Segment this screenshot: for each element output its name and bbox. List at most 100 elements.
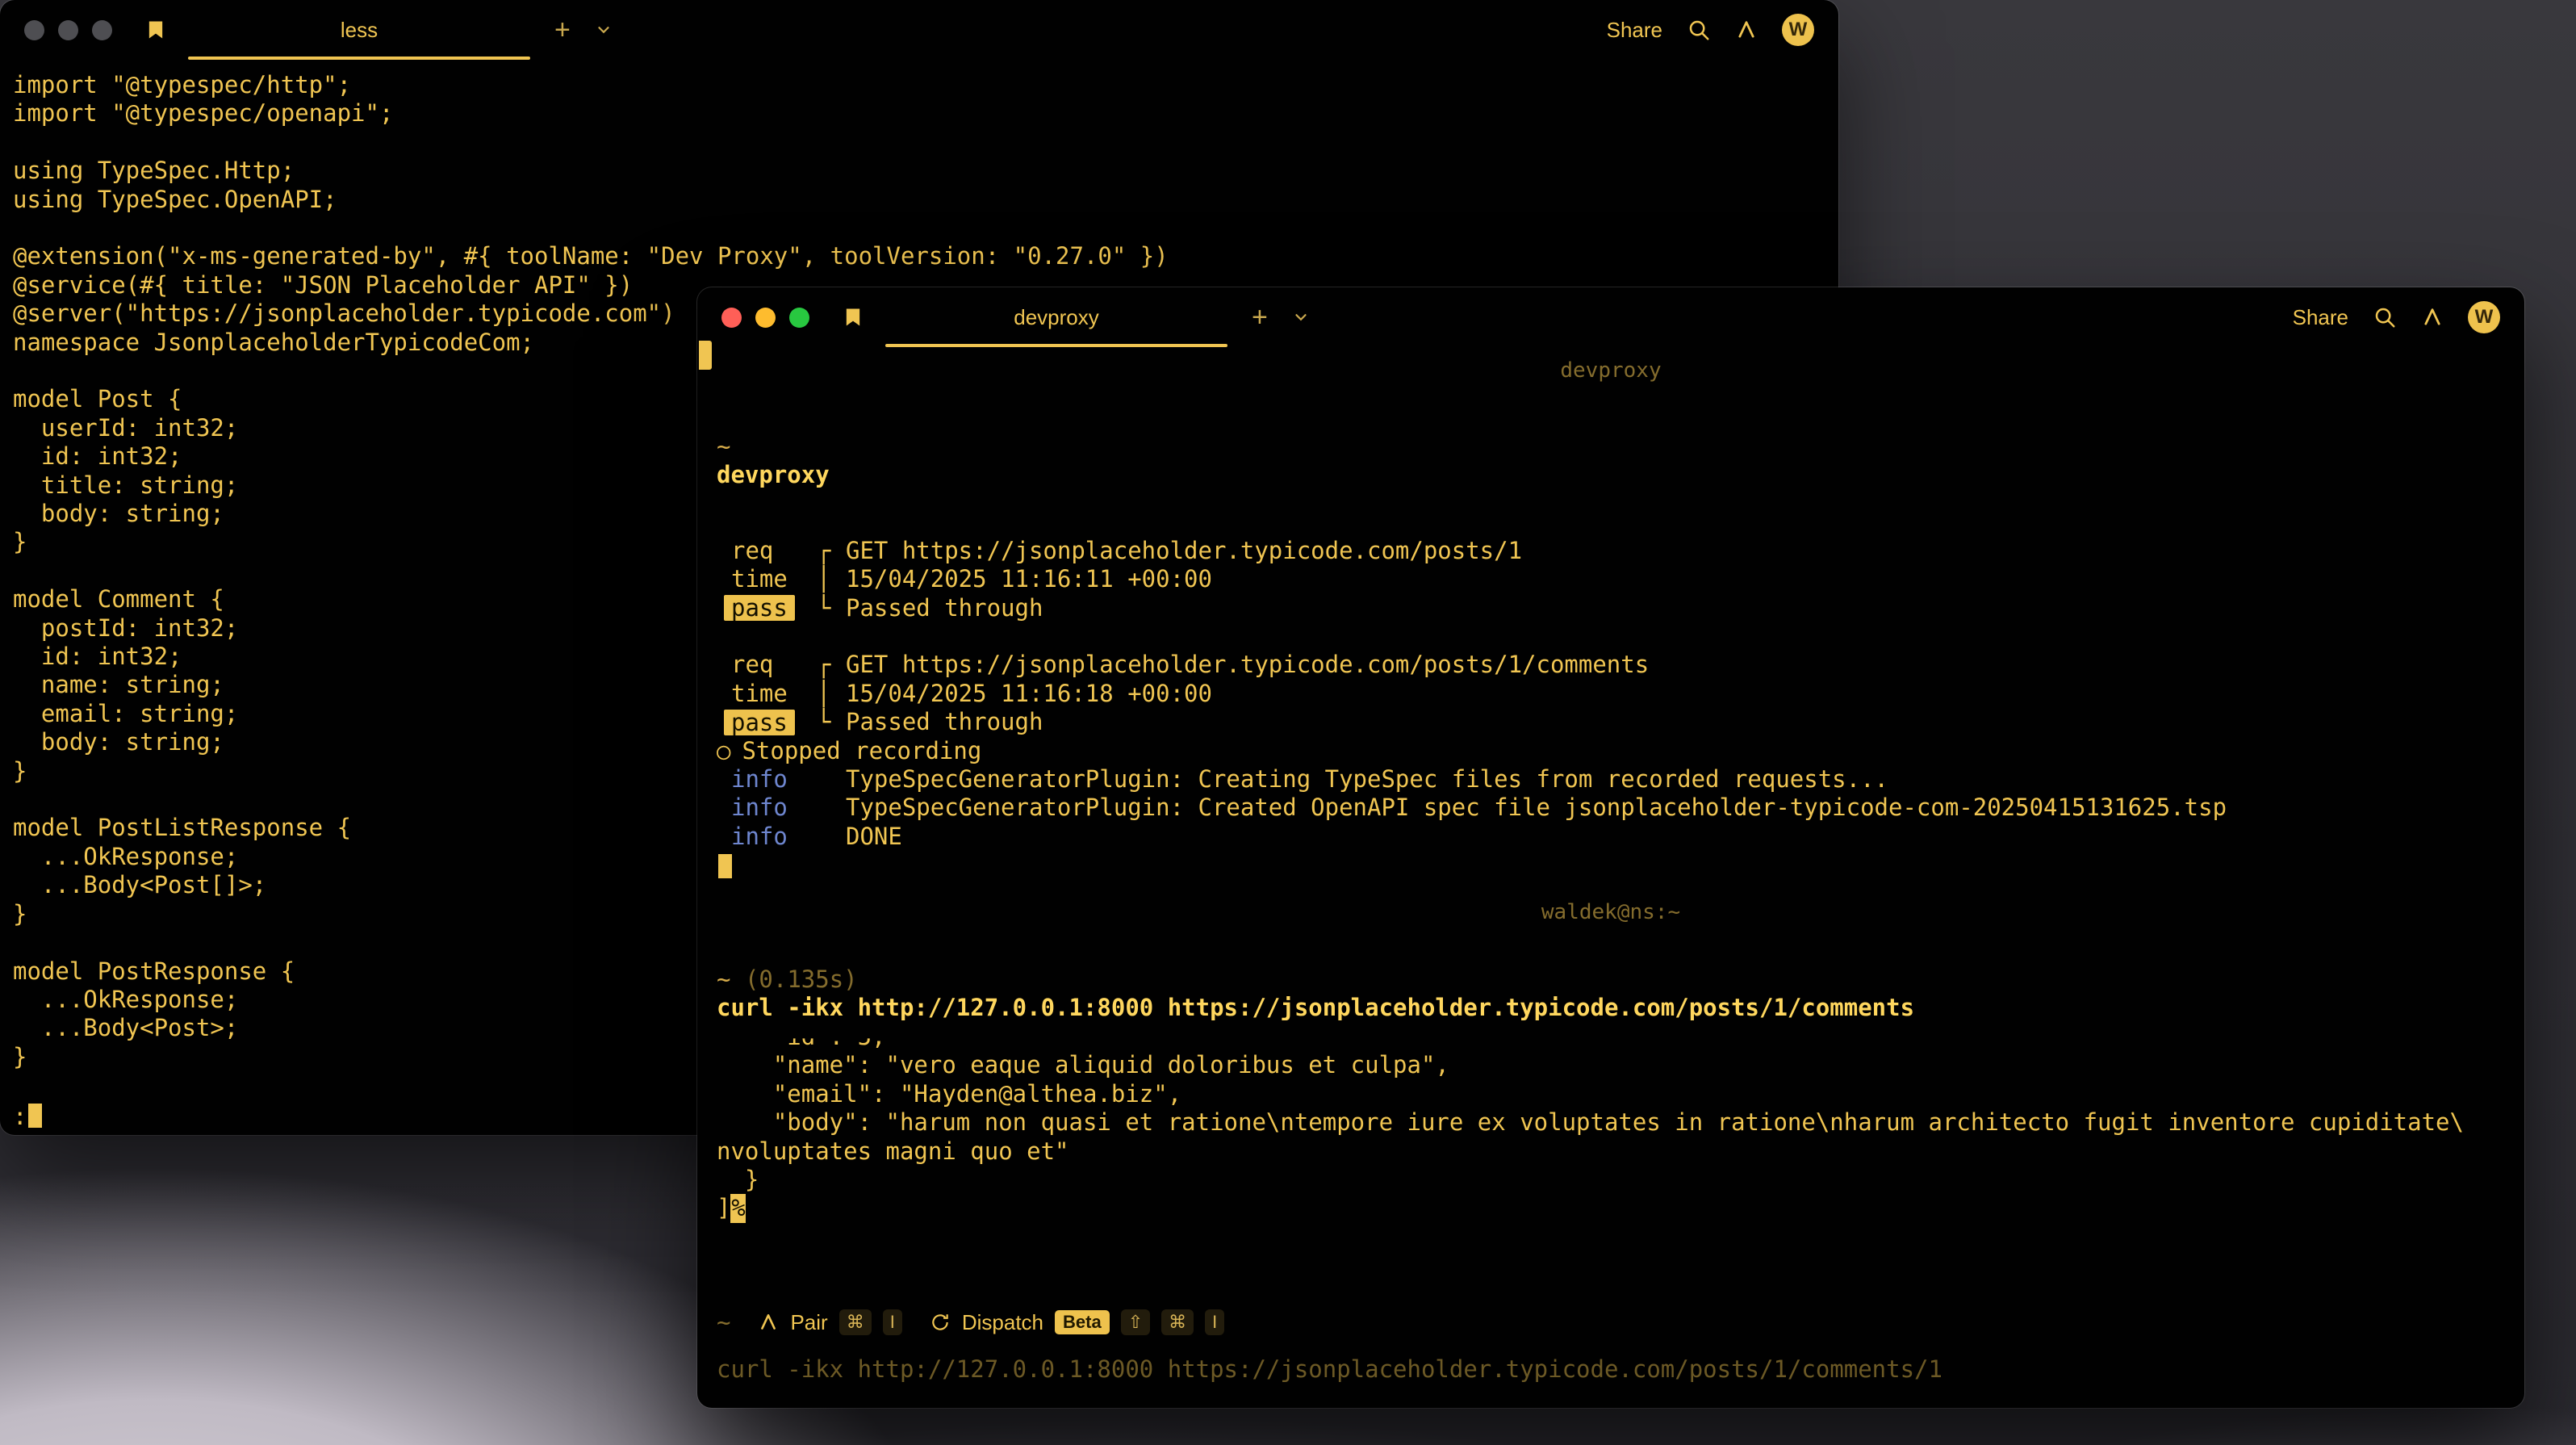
key-shift: ⇧: [1121, 1309, 1150, 1335]
info-label: info: [731, 823, 788, 851]
minimize-button[interactable]: [58, 20, 78, 40]
box-drawing: └: [817, 594, 846, 622]
command-devproxy: devproxy: [717, 461, 2505, 489]
warp-pair-icon: [758, 1312, 779, 1333]
prompt-cwd: ~: [717, 1309, 730, 1336]
tab-list-chevron-icon[interactable]: [1292, 308, 1310, 326]
search-icon[interactable]: [1687, 18, 1711, 42]
warp-ai-icon[interactable]: [2421, 306, 2444, 329]
code-line: import "@typespec/http";: [13, 71, 1830, 99]
request-url: GET https://jsonplaceholder.typicode.com…: [846, 651, 1649, 679]
request-time: 15/04/2025 11:16:11 +00:00: [846, 565, 1212, 593]
new-tab-button[interactable]: +: [1252, 304, 1268, 331]
beta-badge: Beta: [1055, 1310, 1110, 1334]
request-row: req ┌ GET https://jsonplaceholder.typico…: [717, 537, 2505, 565]
request-url: GET https://jsonplaceholder.typicode.com…: [846, 537, 1522, 565]
box-drawing: ┌: [817, 651, 846, 679]
dispatch-label: Dispatch: [962, 1310, 1043, 1335]
request-row: req ┌ GET https://jsonplaceholder.typico…: [717, 651, 2505, 679]
output-line: "body": "harum non quasi et ratione\ntem…: [717, 1108, 2505, 1137]
code-line: [13, 214, 1830, 242]
command-curl: curl -ikx http://127.0.0.1:8000 https://…: [717, 994, 2505, 1022]
pass-badge: pass: [724, 595, 795, 621]
box-drawing: │: [817, 680, 846, 708]
command-input[interactable]: curl -ikx http://127.0.0.1:8000 https://…: [717, 1355, 2505, 1384]
share-button[interactable]: Share: [1607, 18, 1662, 43]
text-cursor: [718, 854, 732, 878]
pager-prompt: :: [13, 1103, 27, 1130]
traffic-lights: [24, 20, 112, 40]
code-line: @extension("x-ms-generated-by", #{ toolN…: [13, 242, 1830, 270]
output-line-clipped: "id": 5,: [717, 1023, 2505, 1051]
output-line: "email": "Hayden@althea.biz",: [717, 1080, 2505, 1108]
output-end-line: ]%: [717, 1194, 2505, 1222]
record-stop-icon: ○: [717, 737, 730, 765]
info-label: info: [731, 794, 788, 822]
request-status: Passed through: [846, 594, 1043, 622]
avatar[interactable]: W: [1782, 14, 1814, 46]
code-line: [13, 128, 1830, 157]
stopped-recording-line: ○ Stopped recording: [717, 737, 2505, 765]
output-line: "name": "vero eaque aliquid doloribus et…: [717, 1051, 2505, 1079]
warp-logo-icon[interactable]: [842, 306, 864, 329]
tab-title: devproxy: [1014, 305, 1099, 330]
dispatch-button[interactable]: Dispatch Beta ⇧ ⌘ I: [930, 1309, 1224, 1335]
zoom-button[interactable]: [92, 20, 112, 40]
stopped-recording-text: Stopped recording: [742, 737, 981, 765]
prompt-hint-bar: ~ Pair ⌘ I Dispatch Beta ⇧ ⌘ I: [717, 1305, 2505, 1340]
close-button[interactable]: [721, 308, 742, 328]
req-label: req: [731, 651, 773, 679]
code-line: import "@typespec/openapi";: [13, 99, 1830, 128]
text-cursor: %: [730, 1194, 746, 1222]
share-button[interactable]: Share: [2293, 305, 2348, 330]
warp-logo-icon[interactable]: [144, 19, 167, 41]
tab-list-chevron-icon[interactable]: [595, 21, 613, 39]
info-message: TypeSpecGeneratorPlugin: Created OpenAPI…: [846, 794, 2227, 822]
minimize-button[interactable]: [755, 308, 776, 328]
text-cursor: [28, 1104, 42, 1128]
request-log-block: req ┌ GET https://jsonplaceholder.typico…: [717, 537, 2505, 622]
info-log-line: info TypeSpecGeneratorPlugin: Creating T…: [717, 765, 2505, 794]
output-line: nvoluptates magni quo et": [717, 1137, 2505, 1166]
box-drawing: │: [817, 565, 846, 593]
key-cmd: ⌘: [1161, 1309, 1194, 1335]
pair-label: Pair: [790, 1310, 827, 1335]
cursor-line: [717, 851, 2505, 882]
code-line: using TypeSpec.Http;: [13, 157, 1830, 185]
time-label: time: [731, 565, 788, 593]
time-row: time │ 15/04/2025 11:16:11 +00:00: [717, 565, 2505, 593]
output-line: }: [717, 1166, 2505, 1194]
info-message: TypeSpecGeneratorPlugin: Creating TypeSp…: [846, 765, 1888, 794]
tab-devproxy[interactable]: devproxy: [885, 287, 1227, 347]
tab-title: less: [341, 18, 378, 43]
info-log-line: info TypeSpecGeneratorPlugin: Created Op…: [717, 794, 2505, 822]
titlebar-front[interactable]: devproxy + Share W: [697, 287, 2524, 347]
titlebar-back[interactable]: less + Share W: [0, 0, 1838, 60]
terminal-window-front: devproxy + Share W devproxy ~ devproxy r…: [697, 287, 2524, 1408]
tab-less[interactable]: less: [188, 0, 530, 60]
time-label: time: [731, 680, 788, 708]
key-cmd: ⌘: [839, 1309, 872, 1335]
dispatch-icon: [930, 1312, 951, 1333]
traffic-lights: [721, 308, 809, 328]
avatar[interactable]: W: [2468, 301, 2500, 333]
warp-ai-icon[interactable]: [1735, 19, 1758, 41]
key-i: I: [1205, 1309, 1224, 1335]
close-button[interactable]: [24, 20, 44, 40]
close-bracket: ]: [717, 1194, 730, 1221]
search-icon[interactable]: [2373, 305, 2397, 329]
new-tab-button[interactable]: +: [554, 16, 571, 44]
pair-button[interactable]: Pair ⌘ I: [758, 1309, 901, 1335]
request-log-block: req ┌ GET https://jsonplaceholder.typico…: [717, 651, 2505, 736]
zoom-button[interactable]: [789, 308, 809, 328]
info-label: info: [731, 765, 788, 794]
prompt-line: ~ (0.135s): [717, 965, 2505, 994]
pass-badge: pass: [724, 710, 795, 735]
host-separator: waldek@ns:~: [717, 898, 2505, 927]
code-line: using TypeSpec.OpenAPI;: [13, 186, 1830, 214]
key-i: I: [883, 1309, 902, 1335]
terminal-output-devproxy: ~ devproxy req ┌ GET https://jsonplaceho…: [697, 347, 2524, 1279]
request-status: Passed through: [846, 708, 1043, 736]
info-message: DONE: [846, 823, 902, 851]
time-row: time │ 15/04/2025 11:16:18 +00:00: [717, 680, 2505, 708]
